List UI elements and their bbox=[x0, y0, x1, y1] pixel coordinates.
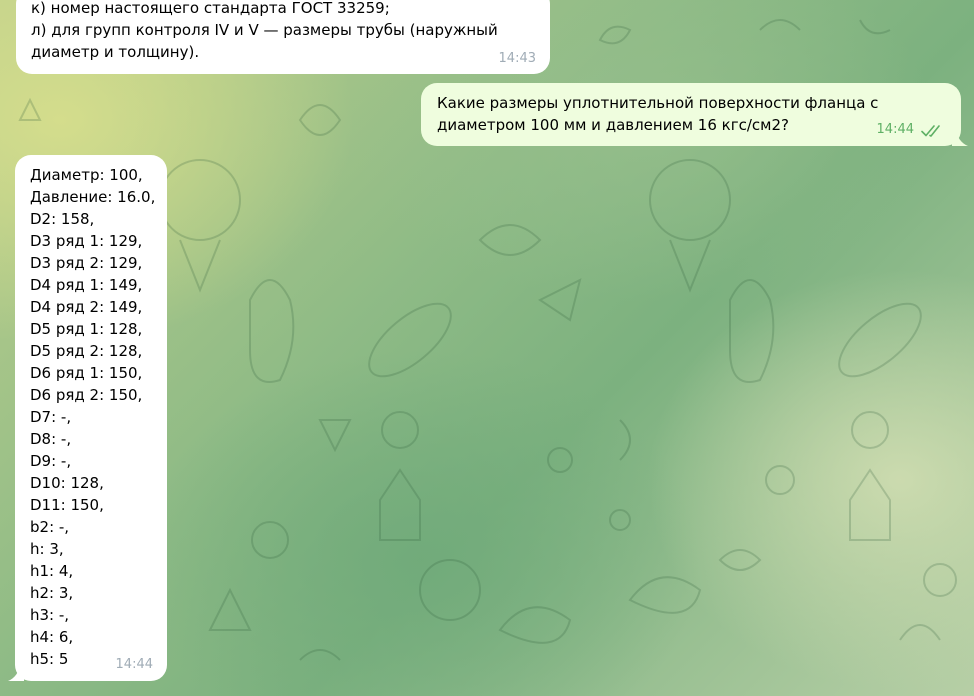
message-time: 14:44 bbox=[115, 657, 153, 672]
message-text: Диаметр: 100, Давление: 16.0, D2: 158, D… bbox=[30, 166, 156, 668]
bubble-tail bbox=[8, 663, 24, 681]
message-text: Какие размеры уплотнительной поверхности… bbox=[437, 94, 879, 134]
message-time: 14:44 bbox=[876, 122, 914, 137]
message-time: 14:43 bbox=[498, 51, 536, 66]
double-check-icon bbox=[921, 122, 945, 137]
message-incoming-1[interactable]: к) номер настоящего стандарта ГОСТ 33259… bbox=[16, 0, 550, 74]
message-incoming-2[interactable]: Диаметр: 100, Давление: 16.0, D2: 158, D… bbox=[8, 155, 167, 681]
bubble-tail bbox=[952, 128, 968, 146]
message-outgoing-1[interactable]: Какие размеры уплотнительной поверхности… bbox=[421, 83, 968, 146]
message-text: к) номер настоящего стандарта ГОСТ 33259… bbox=[31, 0, 498, 61]
